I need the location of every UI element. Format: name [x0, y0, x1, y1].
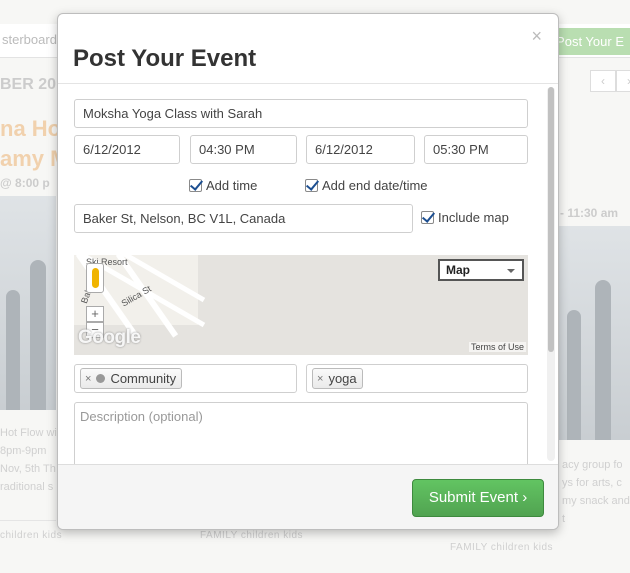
- background-text-line: Nov, 5th Th: [0, 463, 56, 475]
- location-map[interactable]: Ski Resort Silica St Baker + − Google Ma…: [74, 255, 528, 355]
- checkbox-icon[interactable]: [421, 211, 434, 224]
- modal-header: Post Your Event ×: [58, 14, 558, 84]
- modal-body: Moksha Yoga Class with Sarah 6/12/2012 0…: [58, 85, 558, 464]
- background-photo: [559, 226, 630, 440]
- background-text-line: ys for arts, c: [562, 477, 622, 489]
- zoom-in-button[interactable]: +: [86, 306, 104, 322]
- background-photo: [0, 196, 56, 410]
- checkbox-icon[interactable]: [305, 179, 318, 192]
- category-input[interactable]: × Community: [74, 364, 297, 393]
- checkbox-icon[interactable]: [189, 179, 202, 192]
- background-divider: [0, 520, 56, 521]
- add-end-date-checkbox[interactable]: Add end date/time: [305, 178, 428, 193]
- background-text-line: my snack and t: [562, 495, 630, 525]
- background-nav-text: sterboard: [2, 32, 57, 47]
- chevron-down-icon: [507, 269, 515, 273]
- add-time-label: Add time: [206, 178, 258, 193]
- post-event-modal: Post Your Event × Moksha Yoga Class with…: [57, 13, 559, 530]
- background-tags: FAMILY children kids: [450, 542, 554, 553]
- background-next-icon: ›: [616, 70, 630, 92]
- event-name-input[interactable]: Moksha Yoga Class with Sarah: [74, 99, 528, 128]
- map-type-label: Map: [446, 263, 470, 277]
- end-time-input[interactable]: 05:30 PM: [424, 135, 528, 164]
- google-logo: Google: [78, 327, 141, 348]
- submit-event-button[interactable]: Submit Event ›: [412, 479, 544, 517]
- background-event-time: - 11:30 am: [560, 206, 619, 220]
- remove-icon[interactable]: ×: [85, 373, 91, 385]
- category-chip-label: Community: [110, 371, 177, 386]
- add-end-date-label: Add end date/time: [322, 178, 428, 193]
- include-map-checkbox[interactable]: Include map: [421, 210, 509, 225]
- tags-input[interactable]: × yoga: [306, 364, 528, 393]
- description-textarea[interactable]: Description (optional): [74, 402, 528, 464]
- background-event-text: acy group fo ys for arts, c my snack and…: [562, 456, 630, 528]
- scrollbar-thumb[interactable]: [548, 87, 554, 352]
- location-input[interactable]: Baker St, Nelson, BC V1L, Canada: [74, 204, 413, 233]
- description-placeholder: Description (optional): [80, 409, 203, 424]
- close-icon[interactable]: ×: [531, 26, 542, 47]
- tag-chip: × yoga: [312, 368, 363, 389]
- start-time-input[interactable]: 04:30 PM: [190, 135, 297, 164]
- include-map-label: Include map: [438, 210, 509, 225]
- map-type-dropdown[interactable]: Map: [438, 259, 524, 281]
- category-color-dot-icon: [96, 374, 106, 383]
- background-prev-icon: ‹: [590, 70, 616, 92]
- background-month: BER 201: [0, 76, 65, 93]
- background-event-time: @ 8:00 p: [0, 176, 50, 190]
- background-text-line: acy group fo: [562, 459, 623, 471]
- end-date-input[interactable]: 6/12/2012: [306, 135, 415, 164]
- modal-scrollbar[interactable]: [547, 87, 555, 461]
- background-text-line: Hot Flow wi: [0, 427, 57, 439]
- modal-footer: Submit Event ›: [58, 464, 558, 529]
- start-date-input[interactable]: 6/12/2012: [74, 135, 180, 164]
- modal-title: Post Your Event: [73, 45, 257, 72]
- background-tags: FAMILY children kids: [200, 530, 304, 541]
- remove-icon[interactable]: ×: [317, 373, 323, 385]
- background-event-text: Hot Flow wi 8pm-9pm Nov, 5th Th radition…: [0, 424, 57, 496]
- background-text-line: 8pm-9pm: [0, 445, 47, 457]
- background-text-line: raditional s: [0, 481, 54, 493]
- map-terms-link[interactable]: Terms of Use: [468, 342, 526, 352]
- street-view-pegman-icon[interactable]: [86, 263, 104, 293]
- add-time-checkbox[interactable]: Add time: [189, 178, 257, 193]
- background-tags: children kids: [0, 530, 63, 541]
- category-chip: × Community: [80, 368, 183, 389]
- background-post-event-button: Post Your E: [548, 28, 630, 55]
- tag-chip-label: yoga: [328, 371, 357, 386]
